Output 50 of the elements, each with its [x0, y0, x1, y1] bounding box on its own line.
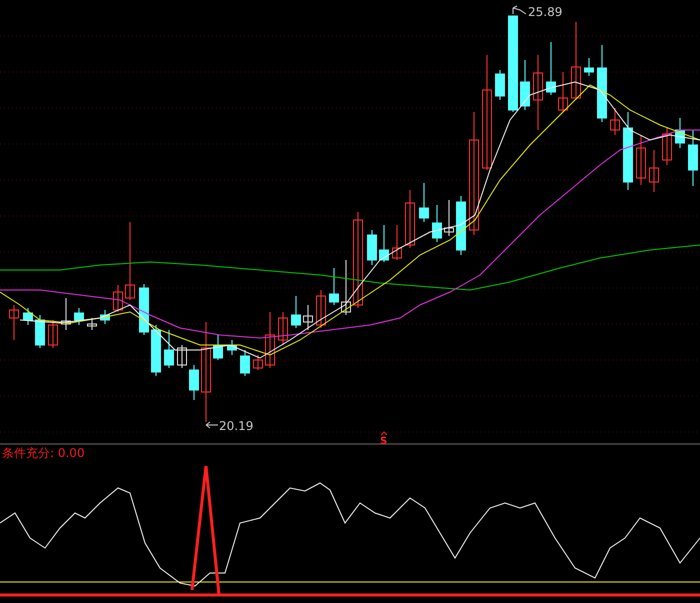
- candlestick: [584, 58, 594, 76]
- candlestick: [495, 70, 505, 100]
- candlestick: [341, 260, 351, 316]
- candlestick: [558, 72, 568, 112]
- candlestick: [291, 296, 301, 328]
- candlestick: [100, 310, 110, 324]
- candlestick: [649, 150, 659, 192]
- candlestick: [444, 200, 454, 236]
- candlestick: [87, 318, 97, 330]
- candlestick: [419, 182, 429, 222]
- candlestick: [61, 298, 71, 330]
- candlestick: [520, 60, 530, 110]
- candlestick: [278, 312, 288, 346]
- candlestick: [113, 284, 123, 312]
- candlestick: [35, 314, 45, 348]
- candlestick: [456, 196, 466, 256]
- candlestick: [329, 268, 339, 306]
- candlestick: [303, 304, 313, 330]
- high-price-label: 25.89: [528, 5, 562, 19]
- candlestick: [432, 204, 442, 242]
- candlestick: [253, 354, 263, 370]
- candlestick: [227, 340, 237, 356]
- candlestick: [74, 308, 84, 326]
- candlestick: [9, 304, 19, 340]
- indicator-label: 条件充分: 0.00: [2, 446, 85, 460]
- candlestick: [48, 320, 58, 348]
- low-price-label: 20.19: [219, 419, 254, 433]
- candlestick: [139, 284, 149, 336]
- candlestick: [213, 334, 223, 360]
- candlestick: [316, 290, 326, 328]
- candlestick: [164, 330, 174, 368]
- candlestick: [392, 224, 402, 260]
- arrow-icon: [206, 422, 218, 428]
- candlestick: [675, 118, 685, 148]
- candlestick: [662, 128, 672, 166]
- candlestick: [240, 350, 250, 376]
- candlestick: [610, 108, 620, 136]
- candlestick: [636, 134, 646, 186]
- candlestick: [546, 42, 556, 96]
- candlestick: [265, 312, 275, 368]
- candlestick: [379, 224, 389, 262]
- candlestick: [405, 190, 415, 248]
- candlestick: [151, 324, 161, 376]
- signal-mark: S: [380, 436, 388, 445]
- candlestick: [189, 364, 199, 400]
- candlestick: [367, 230, 377, 266]
- candlestick: [688, 130, 698, 186]
- leader-line: [512, 6, 526, 14]
- candlestick: [23, 308, 33, 326]
- candlestick: [177, 344, 187, 368]
